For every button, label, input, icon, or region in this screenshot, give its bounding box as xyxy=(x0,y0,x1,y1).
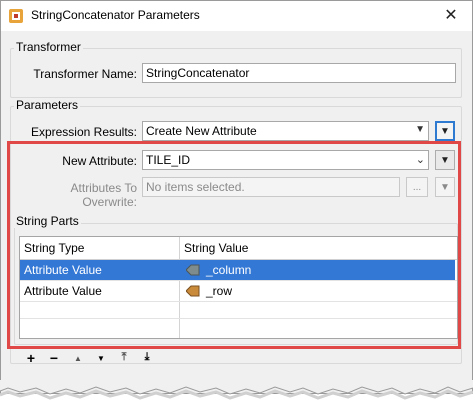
remove-button[interactable]: − xyxy=(47,350,61,366)
table-row[interactable]: Attribute Value _row xyxy=(20,281,455,301)
row-string-value: _row xyxy=(206,284,233,298)
string-parts-group-label: String Parts xyxy=(14,214,81,228)
attribute-tag-icon xyxy=(186,264,200,276)
row-string-value-cell: _row xyxy=(186,281,232,301)
attribute-tag-icon xyxy=(186,285,200,297)
expression-results-menu-button[interactable]: ▼ xyxy=(435,121,455,141)
row-string-value-cell: _column xyxy=(186,260,251,280)
row-string-type: Attribute Value xyxy=(24,263,102,277)
attributes-to-overwrite-menu-button: ▼ xyxy=(435,177,455,197)
new-attribute-label: New Attribute: xyxy=(62,154,137,168)
parameters-group-label: Parameters xyxy=(14,98,81,112)
transformer-name-label: Transformer Name: xyxy=(33,67,137,81)
move-up-button[interactable]: ▲ xyxy=(71,354,85,363)
expression-results-label: Expression Results: xyxy=(30,125,137,139)
chevron-down-icon: ▼ xyxy=(440,125,450,137)
window-title: StringConcatenator Parameters xyxy=(31,8,200,22)
column-header-string-value[interactable]: String Value xyxy=(180,237,455,259)
table-row-empty[interactable] xyxy=(20,302,455,322)
add-button[interactable]: + xyxy=(24,350,38,366)
app-icon xyxy=(9,9,23,23)
torn-edge xyxy=(0,380,473,400)
attributes-to-overwrite-field: No items selected. xyxy=(142,177,400,197)
row-string-value: _column xyxy=(206,263,252,277)
table-row[interactable]: Attribute Value _column xyxy=(20,260,455,280)
transformer-name-input[interactable]: StringConcatenator xyxy=(142,63,456,83)
chevron-down-icon: ▼ xyxy=(440,181,450,193)
chevron-down-icon: ▼ xyxy=(415,124,425,135)
chevron-down-icon: ⌄ xyxy=(415,154,425,166)
transformer-group-label: Transformer xyxy=(14,40,83,54)
column-header-string-type[interactable]: String Type xyxy=(20,237,179,259)
expression-results-value: Create New Attribute xyxy=(146,124,257,138)
expression-results-dropdown[interactable]: Create New Attribute ▼ xyxy=(142,121,429,141)
attributes-to-overwrite-label: Attributes To Overwrite: xyxy=(70,181,137,209)
move-down-button[interactable]: ▼ xyxy=(94,354,108,363)
row-string-type: Attribute Value xyxy=(24,284,102,298)
row-divider xyxy=(20,318,457,319)
new-attribute-value: TILE_ID xyxy=(146,153,191,167)
string-parts-table: String Type String Value Attribute Value… xyxy=(19,236,458,339)
chevron-down-icon: ▼ xyxy=(440,154,450,166)
new-attribute-dropdown[interactable]: TILE_ID ⌄ xyxy=(142,150,429,170)
attributes-to-overwrite-browse-button: ... xyxy=(406,177,428,197)
close-icon[interactable]: ✕ xyxy=(436,2,466,28)
move-top-button[interactable]: ⤒ xyxy=(117,351,131,364)
move-bottom-button[interactable]: ⤓ xyxy=(140,351,154,364)
new-attribute-menu-button[interactable]: ▼ xyxy=(435,150,455,170)
